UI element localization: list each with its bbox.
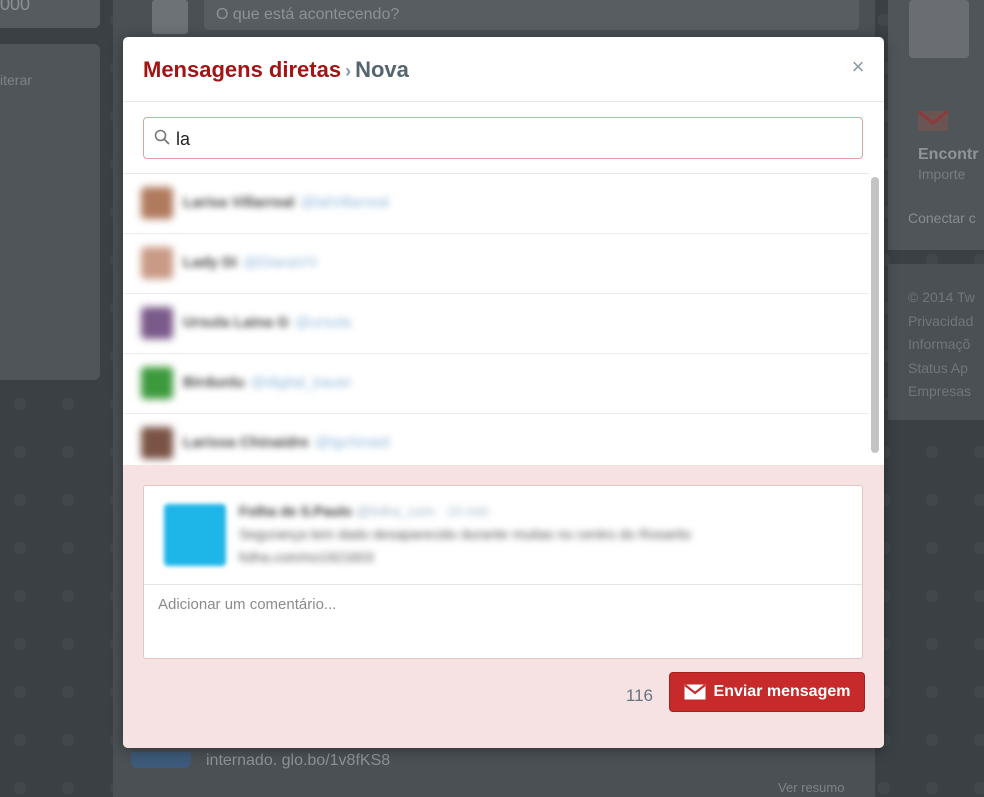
tweet-header: Folha de S.Paulo @folha_com · 10 min: [239, 500, 799, 523]
footer-line: Informaçõ: [908, 336, 971, 352]
find-friends-subtitle: Importe: [918, 166, 966, 182]
suggestion-display-name: Lady Di: [183, 254, 238, 271]
send-message-button[interactable]: Enviar mensagem: [669, 672, 865, 712]
suggestion-display-name: Ursula Laina G: [183, 314, 289, 331]
close-icon[interactable]: ×: [850, 56, 866, 78]
suggestion-display-name: Larissa Chinaidre: [183, 434, 309, 451]
tweet-preview: Folha de S.Paulo @folha_com · 10 min Seg…: [144, 486, 862, 585]
connect-link: Conectar c: [908, 210, 976, 226]
suggestion-handle: @lalVillarreal: [300, 194, 389, 211]
avatar: [141, 247, 173, 279]
tweet-meta: @folha_com · 10 min: [355, 503, 489, 519]
avatar: [141, 307, 173, 339]
dialog-title-text: Mensagens diretas: [143, 57, 342, 82]
tweet-body: Segurança tem dado desaparecido durante …: [239, 526, 692, 542]
search-icon: [154, 129, 170, 145]
suggestion-item[interactable]: Ursula Laina G @ursula: [123, 294, 869, 354]
compose-placeholder: O que está acontecendo?: [216, 6, 400, 23]
suggestion-name: Ursula Laina G @ursula: [183, 314, 351, 331]
shared-tweet-box: Folha de S.Paulo @folha_com · 10 min Seg…: [143, 485, 863, 659]
suggestion-name: Lady Di @DianaVV: [183, 254, 318, 271]
find-friends-title: Encontr: [918, 146, 979, 163]
avatar: [141, 427, 173, 459]
message-compose-area: Folha de S.Paulo @folha_com · 10 min Seg…: [123, 465, 884, 748]
suggestion-name: Larissa Chinaidre @lgchinaid: [183, 434, 389, 451]
suggestions-scrollbar[interactable]: [871, 177, 879, 453]
suggestion-name: Birdunlu @digital_bauer: [183, 374, 352, 391]
direct-message-dialog: Mensagens diretas›Nova × Larisa Villarre…: [123, 37, 884, 748]
recipient-suggestions: Larisa Villarreal @lalVillarreal Lady Di @…: [123, 173, 869, 466]
send-button-label: Enviar mensagem: [713, 683, 851, 700]
breadcrumb-current: Nova: [355, 57, 409, 82]
recipient-search-input[interactable]: [176, 127, 836, 151]
tweet-thumbnail: [164, 504, 226, 566]
suggestion-handle: @DianaVV: [243, 254, 318, 271]
footer-line: Status Ap: [908, 359, 968, 376]
left-trends-card: [0, 44, 100, 380]
avatar: [141, 367, 173, 399]
suggestion-item[interactable]: Lady Di @DianaVV: [123, 234, 869, 294]
suggestion-display-name: Birdunlu: [183, 374, 245, 391]
dialog-header: Mensagens diretas › Nova ×: [123, 37, 884, 102]
left-stat-number: 000: [0, 0, 31, 14]
envelope-icon: [683, 684, 706, 700]
footer-line: Empresas: [908, 383, 972, 399]
recipient-search: [143, 117, 863, 159]
suggestion-item[interactable]: Larisa Villarreal @lalVillarreal: [123, 174, 869, 234]
suggestion-name: Larisa Villarreal @lalVillarreal: [183, 194, 389, 211]
suggested-avatar: [909, 0, 969, 58]
gmail-icon: [917, 110, 949, 131]
suggestion-item[interactable]: Birdunlu @digital_bauer: [123, 354, 869, 414]
user-avatar: [152, 0, 188, 34]
footer-line: Privacidad: [908, 312, 974, 329]
suggestion-handle: @digital_bauer: [250, 374, 352, 391]
breadcrumb-separator: ›: [345, 61, 352, 81]
tweet-preview-text: Folha de S.Paulo @folha_com · 10 min Seg…: [239, 500, 799, 569]
tweet-author: Folha de S.Paulo: [239, 503, 352, 519]
tweet-text: internado. glo.bo/1v8fKS8: [206, 752, 391, 769]
suggestion-item[interactable]: Larissa Chinaidre @lgchinaid: [123, 414, 869, 466]
suggestion-handle: @ursula: [294, 314, 351, 331]
comment-input[interactable]: [158, 596, 848, 646]
dialog-title: Mensagens diretas › Nova: [143, 57, 409, 83]
tweet-avatar: [131, 752, 191, 768]
left-alter-link: iterar: [0, 72, 32, 88]
suggestion-handle: @lgchinaid: [314, 434, 390, 451]
tweet-link: folha.com/no1921603: [239, 549, 374, 565]
avatar: [141, 187, 173, 219]
suggestion-display-name: Larisa Villarreal: [183, 194, 295, 211]
footer-line: © 2014 Tw: [908, 289, 975, 305]
character-counter: 116: [625, 686, 653, 705]
footer-links: © 2014 Tw Privacidad Informaçõ Status Ap…: [908, 286, 975, 404]
view-summary-link: Ver resumo: [778, 780, 845, 795]
